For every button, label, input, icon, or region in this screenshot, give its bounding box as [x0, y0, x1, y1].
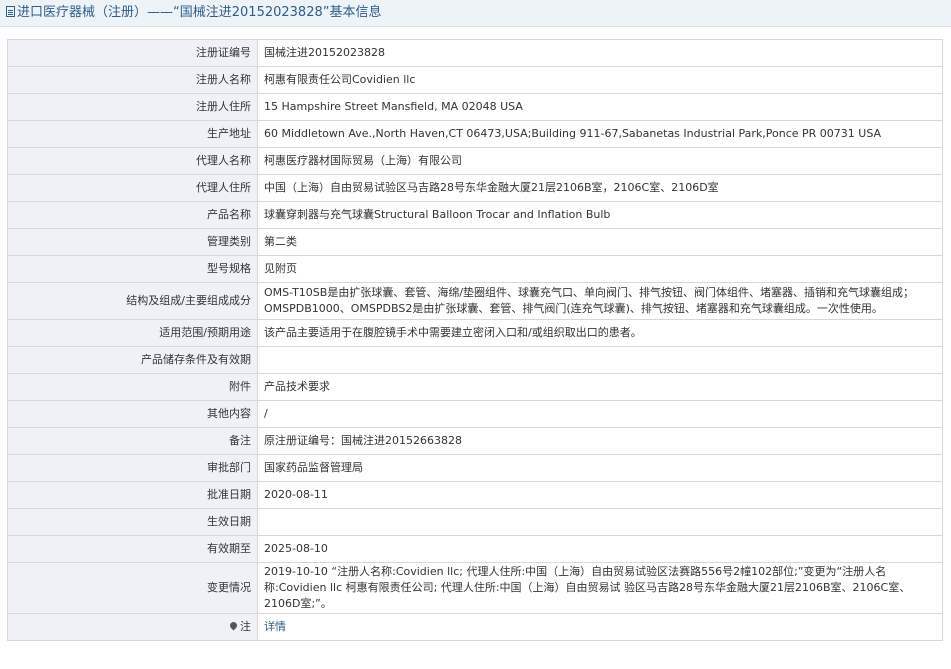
table-row: 代理人住所 中国（上海）自由贸易试验区马吉路28号东华金融大厦21层2106B室，… [7, 174, 943, 202]
row-value: 柯惠有限责任公司Covidien llc [257, 66, 943, 94]
row-value: 见附页 [257, 255, 943, 283]
row-label: 代理人住所 [7, 174, 258, 202]
table-row: 管理类别 第二类 [7, 228, 943, 256]
table-row: 结构及组成/主要组成成分 OMS-T10SB是由扩张球囊、套管、海绵/垫圈组件、球… [7, 282, 943, 320]
row-label: 变更情况 [7, 562, 258, 614]
title-registration-number: “国械注进20152023828” [173, 5, 330, 20]
page-title: 进口医疗器械（注册）——“国械注进20152023828”基本信息 [0, 0, 951, 27]
note-label: 注 [240, 620, 251, 633]
table-row: 注册证编号 国械注进20152023828 [7, 39, 943, 67]
row-value: 柯惠医疗器材国际贸易（上海）有限公司 [257, 147, 943, 175]
row-label: 注册人名称 [7, 66, 258, 94]
table-row: 注册人住所 15 Hampshire Street Mansfield, MA 0… [7, 93, 943, 121]
row-label: 审批部门 [7, 454, 258, 482]
table-row: 备注 原注册证编号：国械注进20152663828 [7, 427, 943, 455]
row-label: 结构及组成/主要组成成分 [7, 282, 258, 320]
row-value: 产品技术要求 [257, 373, 943, 401]
note-value-cell: 详情 [257, 613, 943, 641]
row-value: 60 Middletown Ave.,North Haven,CT 06473,… [257, 120, 943, 148]
row-value: 2019-10-10 “注册人名称:Covidien llc; 代理人住所:中国… [257, 562, 943, 614]
row-label: 批准日期 [7, 481, 258, 509]
document-icon [6, 6, 15, 17]
table-row: 附件 产品技术要求 [7, 373, 943, 401]
row-label: 产品名称 [7, 201, 258, 229]
table-row: 批准日期 2020-08-11 [7, 481, 943, 509]
row-label: 型号规格 [7, 255, 258, 283]
row-label: 有效期至 [7, 535, 258, 563]
row-value: 原注册证编号：国械注进20152663828 [257, 427, 943, 455]
row-value: 球囊穿刺器与充气球囊Structural Balloon Trocar and … [257, 201, 943, 229]
note-label-cell: 注 [7, 613, 258, 641]
row-value: 15 Hampshire Street Mansfield, MA 02048 … [257, 93, 943, 121]
row-label: 其他内容 [7, 400, 258, 428]
row-label: 附件 [7, 373, 258, 401]
row-value: 第二类 [257, 228, 943, 256]
row-value: / [257, 400, 943, 428]
row-label: 适用范围/预期用途 [7, 319, 258, 347]
table-row: 生产地址 60 Middletown Ave.,North Haven,CT 06… [7, 120, 943, 148]
row-value: 国械注进20152023828 [257, 39, 943, 67]
row-label: 注册人住所 [7, 93, 258, 121]
row-label: 注册证编号 [7, 39, 258, 67]
table-row: 变更情况 2019-10-10 “注册人名称:Covidien llc; 代理人住… [7, 562, 943, 614]
info-table: 注册证编号 国械注进20152023828 注册人名称 柯惠有限责任公司Covidi… [7, 39, 943, 641]
details-link[interactable]: 详情 [264, 620, 286, 633]
table-row: 其他内容 / [7, 400, 943, 428]
row-label: 产品储存条件及有效期 [7, 346, 258, 374]
row-value [257, 346, 943, 374]
row-label: 生产地址 [7, 120, 258, 148]
row-value: 中国（上海）自由贸易试验区马吉路28号东华金融大厦21层2106B室，2106C… [257, 174, 943, 202]
row-label: 管理类别 [7, 228, 258, 256]
row-value: 2025-08-10 [257, 535, 943, 563]
row-value: OMS-T10SB是由扩张球囊、套管、海绵/垫圈组件、球囊充气口、单向阀门、排气… [257, 282, 943, 320]
row-value [257, 508, 943, 536]
table-row: 有效期至 2025-08-10 [7, 535, 943, 563]
row-value: 国家药品监督管理局 [257, 454, 943, 482]
title-suffix: 基本信息 [329, 5, 382, 20]
table-row: 注册人名称 柯惠有限责任公司Covidien llc [7, 66, 943, 94]
table-row-note: 注 详情 [7, 613, 943, 641]
table-row: 生效日期 [7, 508, 943, 536]
title-separator: —— [147, 5, 174, 20]
table-row: 代理人名称 柯惠医疗器材国际贸易（上海）有限公司 [7, 147, 943, 175]
table-row: 产品名称 球囊穿刺器与充气球囊Structural Balloon Trocar … [7, 201, 943, 229]
table-row: 适用范围/预期用途 该产品主要适用于在腹腔镜手术中需要建立密闭入口和/或组织取出口… [7, 319, 943, 347]
pin-icon [228, 620, 239, 631]
row-value: 该产品主要适用于在腹腔镜手术中需要建立密闭入口和/或组织取出口的患者。 [257, 319, 943, 347]
row-value: 2020-08-11 [257, 481, 943, 509]
row-label: 代理人名称 [7, 147, 258, 175]
table-row: 型号规格 见附页 [7, 255, 943, 283]
row-label: 生效日期 [7, 508, 258, 536]
table-row: 产品储存条件及有效期 [7, 346, 943, 374]
table-row: 审批部门 国家药品监督管理局 [7, 454, 943, 482]
title-prefix: 进口医疗器械（注册） [17, 5, 148, 20]
row-label: 备注 [7, 427, 258, 455]
